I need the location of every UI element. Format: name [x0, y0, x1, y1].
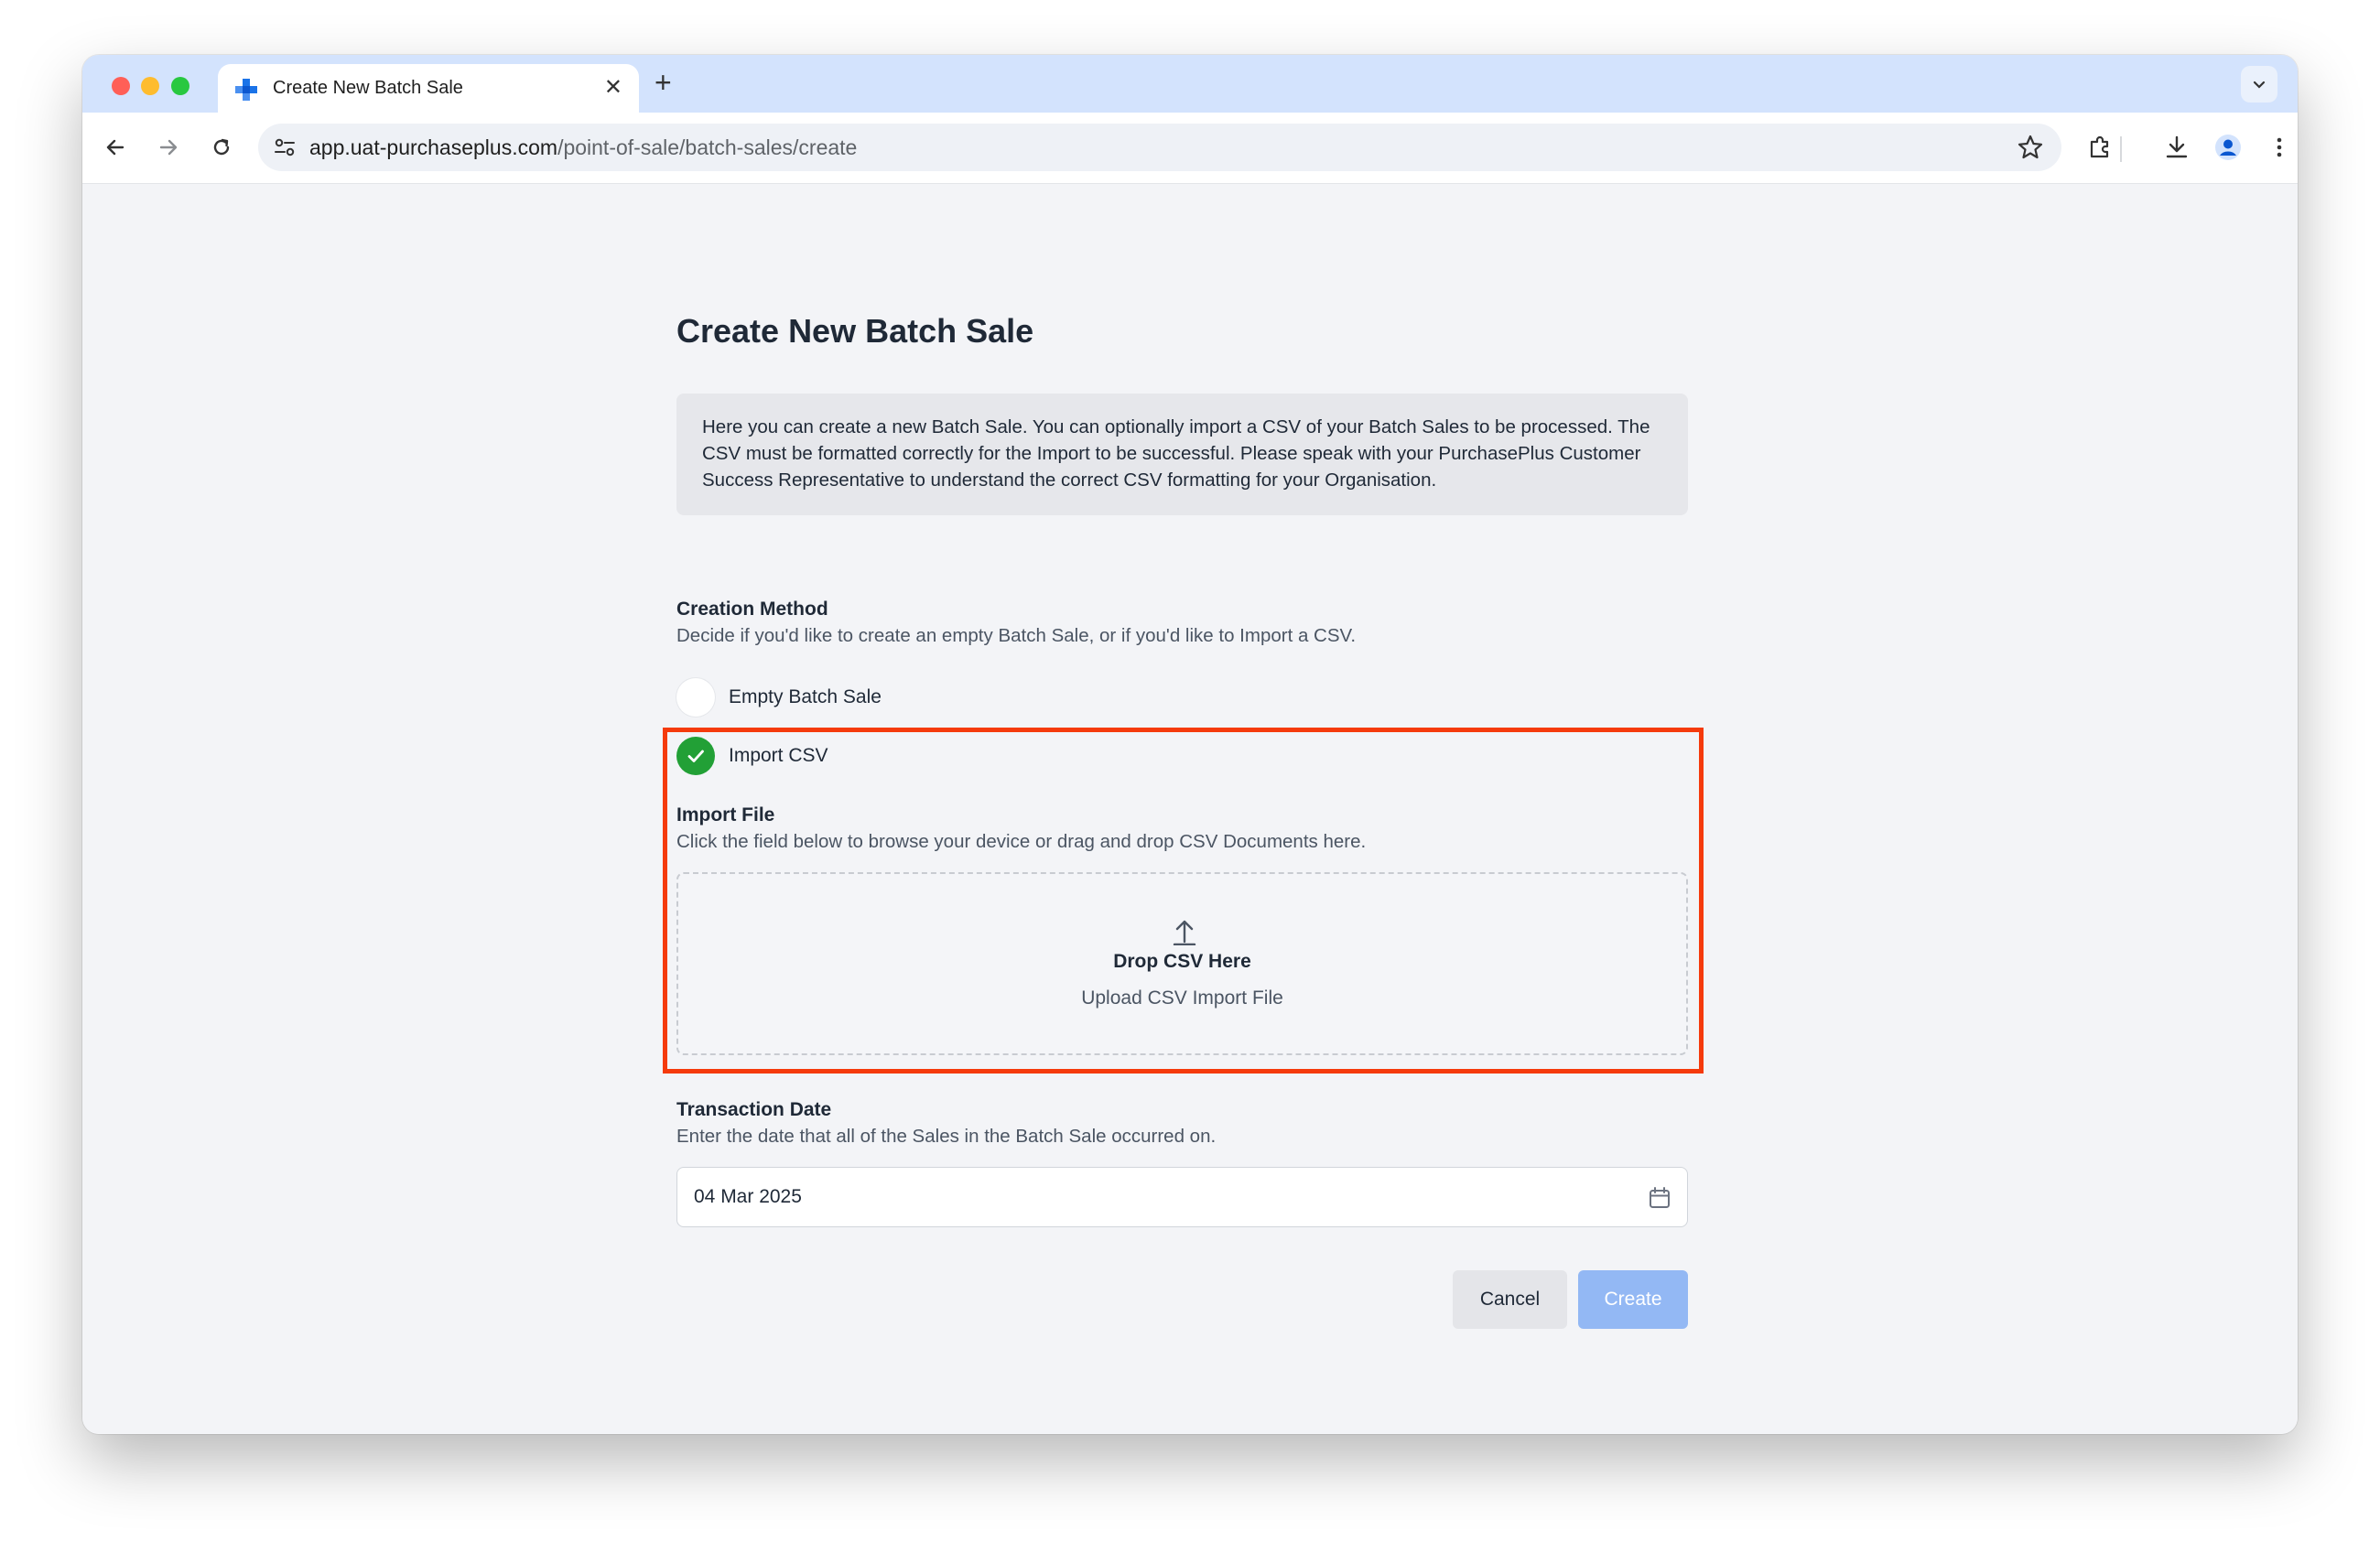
- info-box: Here you can create a new Batch Sale. Yo…: [676, 394, 1688, 515]
- tab-search-button[interactable]: [2241, 66, 2277, 103]
- arrow-left-icon: [106, 139, 124, 156]
- browser-toolbar: app.uat-purchaseplus.com/point-of-sale/b…: [82, 113, 2298, 184]
- radio-label-empty-batch-sale: Empty Batch Sale: [729, 686, 882, 707]
- url-path: /point-of-sale/batch-sales/create: [557, 135, 858, 159]
- site-settings-icon[interactable]: [271, 134, 298, 161]
- chevron-down-icon: [2253, 81, 2266, 89]
- browser-window: Create New Batch Sale ✕ + app.uat-purcha…: [82, 55, 2298, 1434]
- radio-empty-batch-sale[interactable]: Empty Batch Sale: [676, 677, 882, 718]
- toolbar-divider: [2120, 136, 2122, 162]
- forward-button[interactable]: [154, 133, 183, 162]
- calendar-icon[interactable]: [1647, 1185, 1672, 1211]
- browser-tab[interactable]: Create New Batch Sale ✕: [218, 64, 639, 113]
- address-bar[interactable]: app.uat-purchaseplus.com/point-of-sale/b…: [258, 124, 2061, 171]
- import-file-label: Import File: [676, 804, 775, 825]
- downloads-button[interactable]: [2162, 133, 2191, 162]
- reload-button[interactable]: [207, 133, 236, 162]
- transaction-date-input[interactable]: 04 Mar 2025: [676, 1167, 1688, 1227]
- back-button[interactable]: [101, 133, 130, 162]
- browser-menu-button[interactable]: [2265, 133, 2294, 162]
- page-title: Create New Batch Sale: [676, 312, 1034, 350]
- tab-strip: Create New Batch Sale ✕ +: [82, 55, 2298, 113]
- check-circle-icon[interactable]: [676, 737, 715, 775]
- more-vertical-icon: [2277, 137, 2282, 157]
- transaction-date-description: Enter the date that all of the Sales in …: [676, 1126, 1217, 1147]
- creation-method-description: Decide if you'd like to create an empty …: [676, 625, 1357, 646]
- avatar-icon: [2215, 135, 2241, 160]
- transaction-date-value: 04 Mar 2025: [694, 1186, 802, 1207]
- extensions-button[interactable]: [2085, 133, 2115, 162]
- download-icon: [2166, 135, 2188, 158]
- reload-icon: [213, 138, 230, 156]
- upload-icon: [1173, 920, 1196, 945]
- page-content: Create New Batch Sale Here you can creat…: [82, 184, 2298, 1434]
- url-host: app.uat-purchaseplus.com: [309, 135, 558, 159]
- radio-import-csv[interactable]: Import CSV: [676, 736, 828, 776]
- checkmark-icon: [687, 750, 704, 762]
- transaction-date-label: Transaction Date: [676, 1099, 832, 1120]
- tab-title: Create New Batch Sale: [273, 78, 463, 98]
- create-button[interactable]: Create: [1578, 1270, 1688, 1329]
- maximize-window-button[interactable]: [171, 77, 189, 95]
- arrow-right-icon: [159, 139, 178, 156]
- bookmark-star-icon[interactable]: [2016, 133, 2045, 162]
- cancel-button[interactable]: Cancel: [1453, 1270, 1567, 1329]
- puzzle-icon: [2090, 135, 2109, 158]
- profile-button[interactable]: [2213, 133, 2243, 162]
- radio-unchecked-icon[interactable]: [676, 678, 715, 717]
- close-tab-icon[interactable]: ✕: [604, 74, 622, 101]
- minimize-window-button[interactable]: [141, 77, 159, 95]
- new-tab-button[interactable]: +: [654, 66, 672, 100]
- dropzone-title: Drop CSV Here: [1113, 951, 1251, 972]
- import-file-description: Click the field below to browse your dev…: [676, 831, 1367, 852]
- csv-dropzone[interactable]: Drop CSV Here Upload CSV Import File: [676, 872, 1688, 1055]
- purchaseplus-favicon-icon: [235, 79, 257, 101]
- url-text: app.uat-purchaseplus.com/point-of-sale/b…: [309, 135, 857, 160]
- close-window-button[interactable]: [112, 77, 130, 95]
- dropzone-subtitle: Upload CSV Import File: [1081, 987, 1283, 1009]
- creation-method-label: Creation Method: [676, 599, 828, 620]
- radio-label-import-csv: Import CSV: [729, 745, 828, 766]
